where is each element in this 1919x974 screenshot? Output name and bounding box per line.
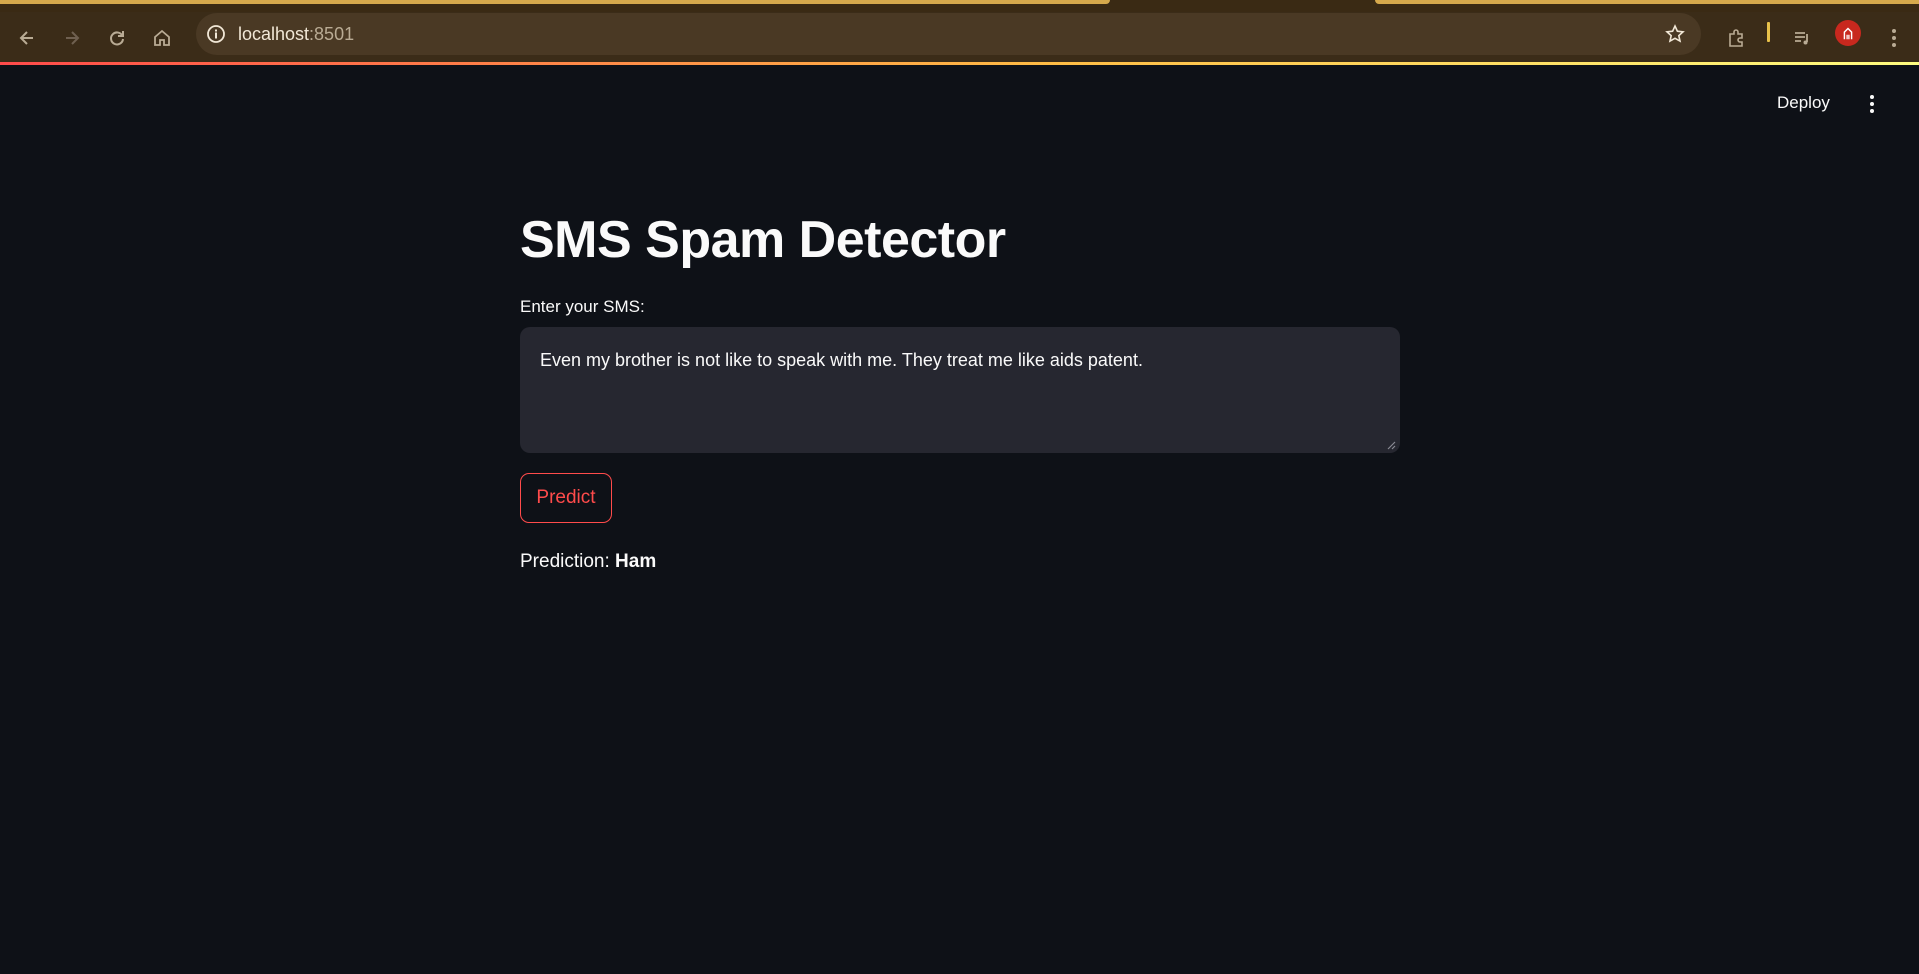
address-bar[interactable]: localhost:8501 bbox=[196, 13, 1701, 55]
url-host: localhost bbox=[238, 23, 310, 44]
media-controls-icon[interactable] bbox=[1785, 21, 1819, 55]
sms-input[interactable]: Even my brother is not like to speak wit… bbox=[520, 327, 1400, 453]
url-text: localhost:8501 bbox=[238, 24, 354, 45]
inactive-tab-right[interactable] bbox=[1375, 0, 1919, 4]
extensions-icon[interactable] bbox=[1719, 21, 1753, 55]
forward-icon[interactable] bbox=[55, 21, 89, 55]
sms-input-label: Enter your SMS: bbox=[520, 297, 645, 316]
app-header: Deploy bbox=[0, 65, 1919, 125]
browser-menu-icon[interactable] bbox=[1884, 25, 1904, 51]
site-info-icon[interactable] bbox=[204, 22, 228, 46]
toolbar-divider bbox=[1767, 22, 1770, 42]
prediction-value: Ham bbox=[615, 551, 657, 572]
bookmark-star-icon[interactable] bbox=[1663, 22, 1687, 46]
reload-icon[interactable] bbox=[100, 21, 134, 55]
home-icon[interactable] bbox=[145, 21, 179, 55]
deploy-button[interactable]: Deploy bbox=[1773, 93, 1834, 117]
inactive-tab-left[interactable] bbox=[0, 0, 1110, 4]
profile-avatar[interactable] bbox=[1835, 20, 1861, 46]
resize-handle-icon[interactable] bbox=[1387, 441, 1396, 450]
predict-button[interactable]: Predict bbox=[520, 473, 612, 523]
browser-toolbar: localhost:8501 bbox=[0, 12, 1919, 64]
main-menu-icon[interactable] bbox=[1862, 91, 1882, 117]
browser-tabstrip bbox=[0, 0, 1919, 12]
url-port: :8501 bbox=[309, 23, 355, 44]
back-icon[interactable] bbox=[10, 21, 44, 55]
prediction-label: Prediction: bbox=[520, 551, 616, 572]
sms-textarea-container: Even my brother is not like to speak wit… bbox=[520, 327, 1400, 453]
page-title: SMS Spam Detector bbox=[520, 211, 1006, 269]
main-content: SMS Spam Detector Enter your SMS: Even m… bbox=[520, 200, 1400, 575]
prediction-result: Prediction: Ham bbox=[520, 549, 1400, 575]
